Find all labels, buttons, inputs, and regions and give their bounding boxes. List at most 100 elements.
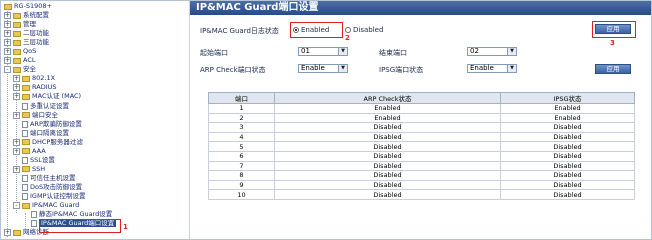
expand-icon[interactable]: + xyxy=(4,39,11,47)
end-port-select[interactable]: 02 ▼ xyxy=(467,47,517,56)
document-icon xyxy=(22,129,28,137)
table-cell: 1 xyxy=(208,103,275,114)
tree-item[interactable]: 多重认证设置 xyxy=(13,102,69,111)
expand-icon[interactable]: + xyxy=(13,75,20,83)
tree-item[interactable]: + QoS xyxy=(4,47,36,56)
expand-icon[interactable]: + xyxy=(13,84,20,92)
table-cell: 7 xyxy=(208,160,275,172)
folder-icon xyxy=(4,3,12,10)
collapse-icon[interactable]: - xyxy=(13,202,20,210)
table-cell: Disabled xyxy=(274,141,501,152)
tree-item[interactable]: ARP欺骗防御设置 xyxy=(13,120,82,129)
table-cell: Disabled xyxy=(274,170,501,181)
table-row: 5 Disabled Disabled xyxy=(208,141,635,152)
folder-icon xyxy=(13,66,21,73)
tree-item-label: IGMP认证控制设置 xyxy=(30,192,86,200)
document-icon xyxy=(31,220,37,228)
expand-icon[interactable]: + xyxy=(13,138,20,146)
tree-item-label: AAA xyxy=(32,146,46,155)
tree-item[interactable]: + 端口安全 xyxy=(13,111,58,120)
tree-item-label: 静态IP&MAC Guard设置 xyxy=(39,210,113,219)
annotation-number: 1 xyxy=(123,223,128,231)
port-table: 端口 ARP Check状态 IPSG状态 1 Enabled Enabled 2 En… xyxy=(208,92,635,200)
table-row: 6 Disabled Disabled xyxy=(208,150,635,162)
document-icon xyxy=(22,193,28,200)
document-icon xyxy=(31,211,37,219)
folder-icon xyxy=(13,57,21,64)
table-row: 9 Disabled Disabled xyxy=(208,179,635,191)
expand-icon[interactable]: + xyxy=(4,30,11,38)
column-header: ARP Check状态 xyxy=(274,92,501,104)
table-row: 7 Disabled Disabled xyxy=(208,160,635,172)
folder-icon xyxy=(13,21,21,28)
tree-item[interactable]: + MAC认证 (MAC) xyxy=(13,92,81,101)
start-port-select[interactable]: 01 ▼ xyxy=(298,47,348,56)
tree-item[interactable]: + AAA xyxy=(13,147,46,156)
folder-icon xyxy=(22,84,30,91)
disabled-label[interactable]: Disabled xyxy=(353,26,383,34)
chevron-down-icon: ▼ xyxy=(507,48,516,55)
tree-item[interactable]: + 三层功能 xyxy=(4,38,49,47)
tree-item[interactable]: +802.1X xyxy=(13,74,55,83)
document-icon xyxy=(22,102,28,110)
ipsg-select[interactable]: Enable ▼ xyxy=(467,64,517,73)
tree-item[interactable]: + DHCP服务器过滤 xyxy=(13,138,83,147)
table-cell: Disabled xyxy=(500,179,635,191)
table-cell: Disabled xyxy=(500,141,635,152)
tree-item[interactable]: IGMP认证控制设置 xyxy=(13,192,85,201)
arp-check-select[interactable]: Enable ▼ xyxy=(298,64,348,73)
collapse-icon[interactable]: - xyxy=(4,66,11,74)
expand-icon[interactable]: + xyxy=(4,12,11,19)
folder-icon xyxy=(13,48,21,55)
tree-item-label: SSL设置 xyxy=(30,155,55,164)
expand-icon[interactable]: + xyxy=(13,147,20,155)
tree-item[interactable]: + 二层功能 xyxy=(4,29,49,38)
table-cell: Disabled xyxy=(500,170,635,181)
expand-icon[interactable]: + xyxy=(4,229,11,237)
tree-item-label: ARP欺骗防御设置 xyxy=(30,119,82,128)
highlight-box xyxy=(290,22,343,38)
expand-icon[interactable]: + xyxy=(13,165,20,173)
folder-icon xyxy=(22,166,30,173)
expand-icon[interactable]: + xyxy=(13,111,20,119)
table-row: 1 Enabled Enabled xyxy=(208,103,635,114)
annotation-number: 3 xyxy=(610,39,615,47)
folder-icon xyxy=(22,202,30,209)
expand-icon[interactable]: + xyxy=(4,21,11,29)
disabled-radio[interactable] xyxy=(345,27,351,33)
table-cell: Disabled xyxy=(500,150,635,162)
tree-root[interactable]: RG-S1908+ xyxy=(4,2,52,11)
table-cell: Disabled xyxy=(500,189,635,200)
table-row: 2 Enabled Enabled xyxy=(208,112,635,124)
expand-icon[interactable]: + xyxy=(4,48,11,56)
tree-item-label: DoS攻击防御设置 xyxy=(30,182,83,191)
end-port-label: 结束端口 xyxy=(379,49,407,57)
tree-item[interactable]: - 安全 xyxy=(4,65,36,74)
tree-item[interactable]: DoS攻击防御设置 xyxy=(13,183,82,192)
annotation-number: 2 xyxy=(345,34,350,42)
tree-item[interactable]: 静态IP&MAC Guard设置 xyxy=(22,210,112,219)
table-header-row: 端口 ARP Check状态 IPSG状态 xyxy=(208,92,635,104)
tree-item-label: RADIUS xyxy=(32,83,57,92)
tree-item[interactable]: + ACL xyxy=(4,56,36,65)
tree-item[interactable]: - IP&MAC Guard xyxy=(13,201,79,210)
table-row: 3 Disabled Disabled xyxy=(208,122,635,133)
table-cell: 8 xyxy=(208,170,275,181)
tree-item[interactable]: + 系统配置 xyxy=(4,11,49,20)
document-icon xyxy=(22,120,28,128)
tree-item-label: 多重认证设置 xyxy=(30,101,69,110)
table-cell: 5 xyxy=(208,141,275,152)
tree-item[interactable]: + SSH xyxy=(13,165,45,174)
tree-item[interactable]: + 管理 xyxy=(4,20,36,29)
tree-item[interactable]: 可信任主机设置 xyxy=(13,174,76,183)
expand-icon[interactable]: + xyxy=(13,93,20,101)
arp-check-label: ARP Check端口状态 xyxy=(200,66,266,74)
tree-item-label: QoS xyxy=(23,47,37,56)
expand-icon[interactable]: + xyxy=(4,57,11,65)
document-icon xyxy=(22,156,28,164)
apply-button-2[interactable]: 应用 xyxy=(595,64,631,74)
ipsg-label: IPSG端口状态 xyxy=(379,66,424,74)
tree-item[interactable]: SSL设置 xyxy=(13,156,55,165)
tree-item[interactable]: 端口隔离设置 xyxy=(13,129,69,138)
table-cell: Enabled xyxy=(274,112,501,124)
